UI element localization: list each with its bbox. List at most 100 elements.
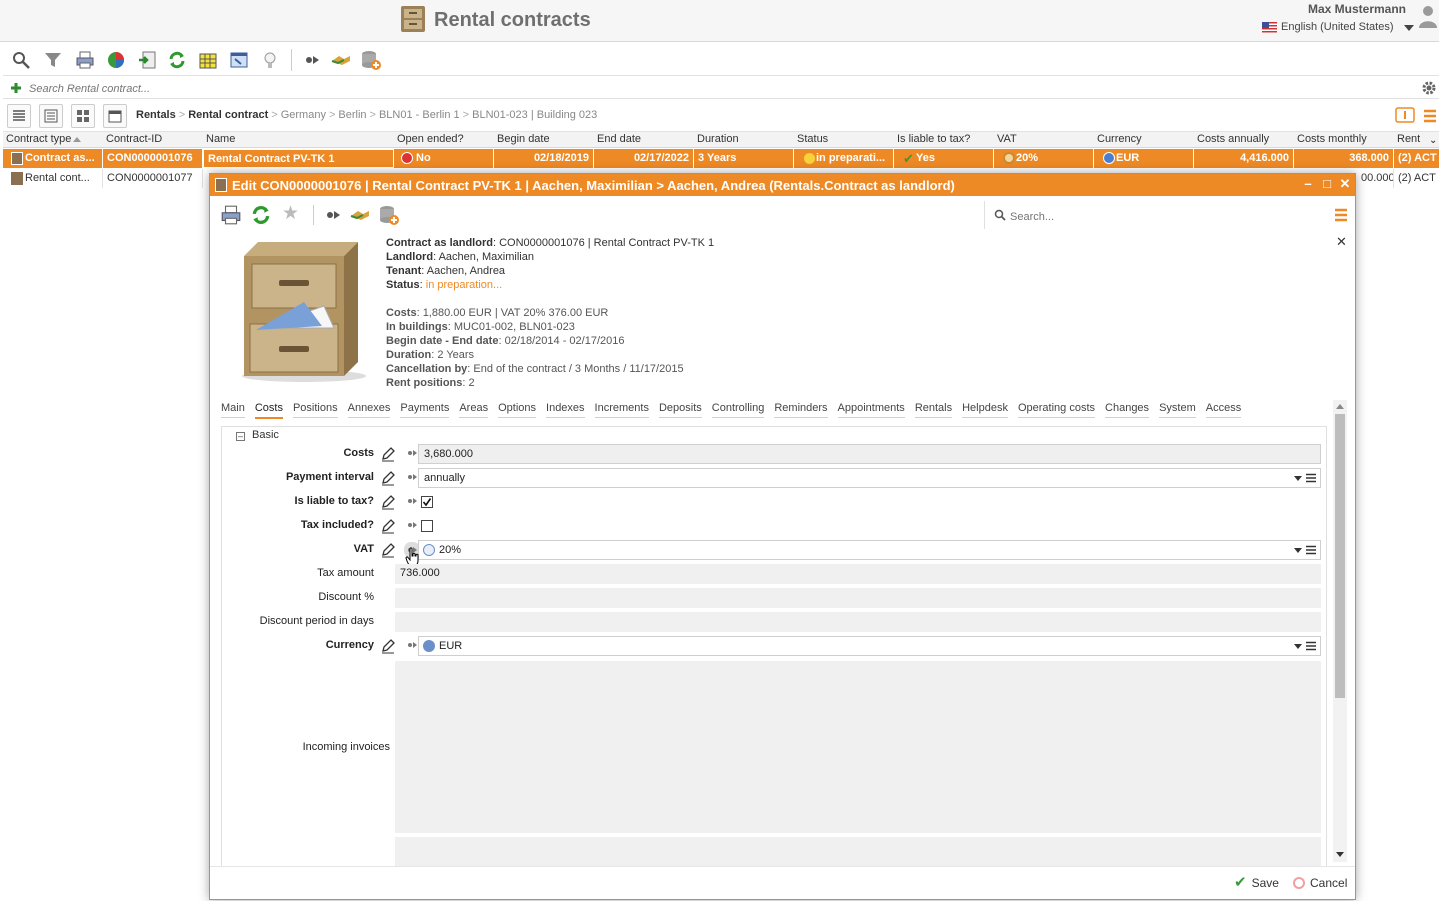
breadcrumb-item[interactable]: BLN01-023 | Building 023	[472, 109, 597, 121]
forward-icon[interactable]	[300, 48, 324, 72]
pencil-icon[interactable]	[380, 542, 396, 558]
hamburger-menu-icon[interactable]	[1334, 208, 1348, 222]
forward-icon[interactable]	[323, 205, 343, 225]
minimize-icon[interactable]: –	[1301, 177, 1315, 191]
chevron-down-icon[interactable]	[1404, 25, 1414, 31]
star-icon[interactable]: ★	[282, 204, 299, 224]
tab-options[interactable]: Options	[498, 402, 537, 418]
tab-access[interactable]: Access	[1205, 402, 1242, 418]
chart-icon[interactable]	[104, 48, 128, 72]
tab-appointments[interactable]: Appointments	[837, 402, 905, 418]
collapse-icon[interactable]: –	[236, 432, 245, 441]
column-header[interactable]: Duration	[697, 133, 739, 145]
chevron-down-icon[interactable]	[1294, 476, 1302, 481]
tab-reminders[interactable]: Reminders	[774, 402, 828, 418]
list-icon[interactable]	[1306, 545, 1316, 555]
column-header[interactable]: Name	[206, 133, 235, 145]
calendar-view-icon[interactable]	[103, 104, 127, 128]
scrollbar[interactable]	[1333, 400, 1347, 862]
tab-changes[interactable]: Changes	[1105, 402, 1150, 418]
column-header[interactable]: Costs monthly	[1297, 133, 1367, 145]
column-header[interactable]: Contract-ID	[106, 133, 162, 145]
table-row[interactable]: Contract as... CON0000001076 Rental Cont…	[3, 149, 1439, 169]
tab-costs[interactable]: Costs	[254, 402, 283, 419]
export-icon[interactable]	[135, 48, 159, 72]
tab-deposits[interactable]: Deposits	[658, 402, 702, 418]
scroll-down-icon[interactable]	[1336, 852, 1344, 857]
column-header[interactable]: Costs annually	[1197, 133, 1269, 145]
search-input[interactable]	[29, 80, 1409, 97]
tile-view-icon[interactable]	[71, 104, 95, 128]
print-icon[interactable]	[220, 204, 242, 226]
scroll-up-icon[interactable]	[1336, 404, 1344, 409]
chevron-down-icon[interactable]	[1294, 644, 1302, 649]
costs-input[interactable]: 3,680.000	[418, 444, 1321, 464]
save-button[interactable]: ✔ Save	[1234, 875, 1279, 890]
column-header[interactable]: Contract type	[6, 133, 71, 145]
print-icon[interactable]	[73, 48, 97, 72]
gear-icon[interactable]	[1421, 80, 1437, 96]
database-add-icon[interactable]	[359, 48, 383, 72]
close-summary-icon[interactable]: ✕	[1336, 234, 1347, 250]
column-header[interactable]: Rent	[1397, 133, 1420, 145]
list-icon[interactable]	[1306, 641, 1316, 651]
chevron-down-icon[interactable]: ⌄	[1429, 135, 1437, 146]
user-avatar-icon[interactable]	[1418, 4, 1438, 30]
taxable-checkbox[interactable]	[421, 496, 433, 508]
pencil-icon[interactable]	[380, 470, 396, 486]
dialog-titlebar[interactable]: Edit CON0000001076 | Rental Contract PV-…	[210, 174, 1355, 196]
pencil-icon[interactable]	[380, 638, 396, 654]
tab-controlling[interactable]: Controlling	[711, 402, 765, 418]
cancel-button[interactable]: Cancel	[1293, 876, 1347, 890]
refresh-icon[interactable]	[165, 48, 189, 72]
breadcrumb-item[interactable]: Germany	[281, 109, 326, 121]
language-select[interactable]: English (United States)	[1281, 21, 1394, 33]
search-icon[interactable]	[9, 48, 33, 72]
tab-system[interactable]: System	[1159, 402, 1196, 418]
pencil-icon[interactable]	[380, 446, 396, 462]
tab-payments[interactable]: Payments	[400, 402, 450, 418]
list-icon[interactable]	[1306, 473, 1316, 483]
breadcrumb-item[interactable]: Rentals	[136, 109, 176, 121]
maximize-icon[interactable]: □	[1320, 177, 1334, 191]
tab-areas[interactable]: Areas	[459, 402, 489, 418]
column-header[interactable]: Open ended?	[397, 133, 464, 145]
payment-interval-select[interactable]: annually	[418, 468, 1321, 488]
tab-operating-costs[interactable]: Operating costs	[1017, 402, 1096, 418]
tab-indexes[interactable]: Indexes	[546, 402, 585, 418]
column-header[interactable]: Is liable to tax?	[897, 133, 970, 145]
column-header[interactable]: Begin date	[497, 133, 550, 145]
scroll-thumb[interactable]	[1335, 414, 1345, 698]
column-header[interactable]: End date	[597, 133, 641, 145]
filter-icon[interactable]	[41, 48, 65, 72]
user-name[interactable]: Max Mustermann	[1308, 2, 1406, 16]
grid-select-icon[interactable]	[196, 48, 220, 72]
tab-rentals[interactable]: Rentals	[914, 402, 953, 418]
history-icon[interactable]	[406, 519, 420, 533]
add-record-icon[interactable]	[9, 81, 23, 95]
tab-helpdesk[interactable]: Helpdesk	[962, 402, 1008, 418]
hamburger-menu-icon[interactable]	[1423, 109, 1437, 123]
pencil-icon[interactable]	[380, 518, 396, 534]
dialog-search-input[interactable]	[1010, 208, 1180, 226]
lightbulb-icon[interactable]	[258, 48, 282, 72]
tab-annexes[interactable]: Annexes	[347, 402, 391, 418]
currency-select[interactable]: EUR	[418, 636, 1321, 656]
column-header[interactable]: Currency	[1097, 133, 1142, 145]
chevron-down-icon[interactable]	[1294, 548, 1302, 553]
breadcrumb-item[interactable]: Berlin	[338, 109, 366, 121]
breadcrumb-item[interactable]: Rental contract	[188, 109, 268, 121]
column-header[interactable]: VAT	[997, 133, 1017, 145]
tax-included-checkbox[interactable]	[421, 520, 433, 532]
detail-view-icon[interactable]	[39, 104, 63, 128]
breadcrumb-item[interactable]: BLN01 - Berlin 1	[379, 109, 460, 121]
pencil-icon[interactable]	[380, 494, 396, 510]
tab-positions[interactable]: Positions	[292, 402, 338, 418]
tab-main[interactable]: Main	[221, 402, 245, 418]
incoming-invoices-list[interactable]	[395, 661, 1321, 833]
handshake-icon[interactable]	[329, 48, 353, 72]
column-header[interactable]: Status	[797, 133, 828, 145]
close-icon[interactable]: ✕	[1338, 177, 1352, 191]
refresh-icon[interactable]	[250, 204, 272, 226]
list-view-icon[interactable]	[7, 104, 31, 128]
